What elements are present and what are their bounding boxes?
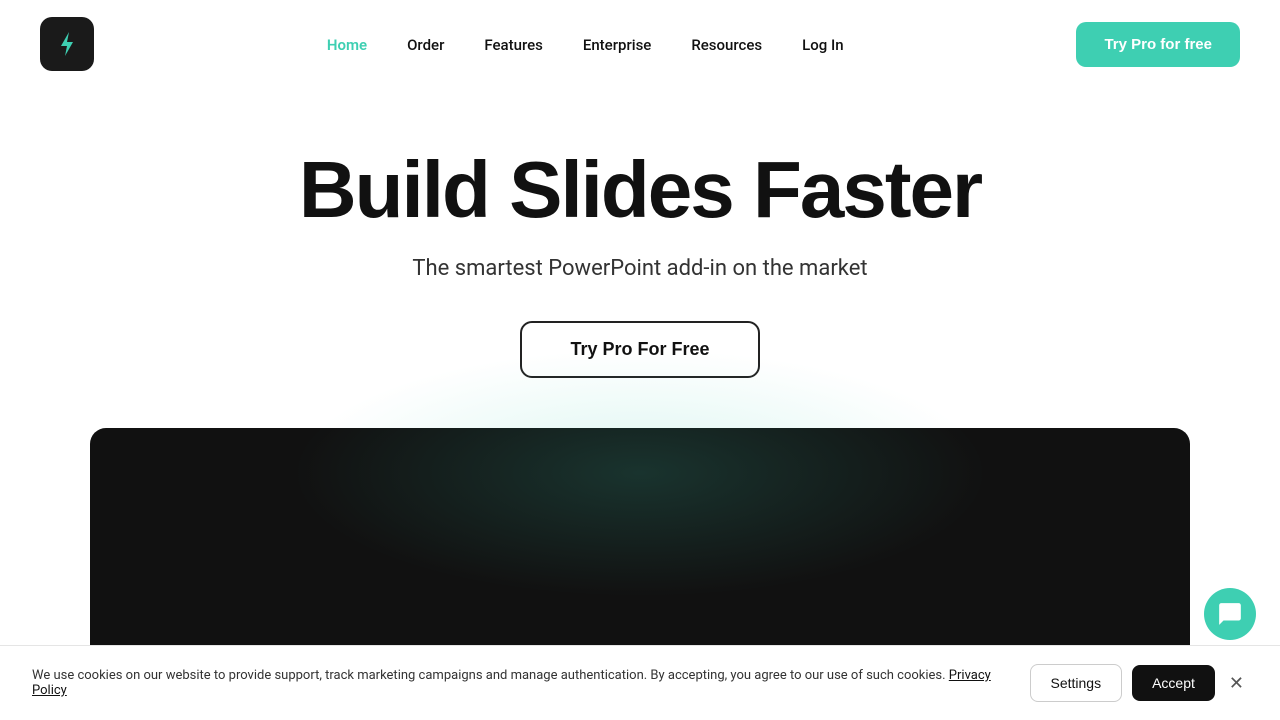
nav-links: Home Order Features Enterprise Resources… bbox=[327, 35, 844, 54]
hero-subtitle: The smartest PowerPoint add-in on the ma… bbox=[412, 256, 867, 281]
logo-icon bbox=[40, 17, 94, 71]
nav-item-home[interactable]: Home bbox=[327, 35, 367, 54]
hero-cta-button[interactable]: Try Pro For Free bbox=[520, 321, 759, 378]
hero-video-area bbox=[90, 428, 1190, 658]
cookie-close-button[interactable]: ✕ bbox=[1225, 669, 1248, 698]
nav-try-pro-button[interactable]: Try Pro for free bbox=[1076, 22, 1240, 67]
cookie-buttons: Settings Accept ✕ bbox=[1030, 664, 1249, 702]
hero-section: Build Slides Faster The smartest PowerPo… bbox=[0, 88, 1280, 658]
chat-bubble[interactable] bbox=[1204, 588, 1256, 640]
nav-item-enterprise[interactable]: Enterprise bbox=[583, 35, 651, 54]
close-icon: ✕ bbox=[1229, 673, 1244, 694]
cookie-message: We use cookies on our website to provide… bbox=[32, 668, 1010, 698]
nav-item-login[interactable]: Log In bbox=[802, 35, 843, 54]
logo[interactable] bbox=[40, 17, 94, 71]
navbar: Home Order Features Enterprise Resources… bbox=[0, 0, 1280, 88]
cookie-banner: We use cookies on our website to provide… bbox=[0, 645, 1280, 720]
cookie-accept-button[interactable]: Accept bbox=[1132, 665, 1215, 701]
cookie-settings-button[interactable]: Settings bbox=[1030, 664, 1123, 702]
nav-item-features[interactable]: Features bbox=[484, 35, 542, 54]
nav-item-resources[interactable]: Resources bbox=[691, 35, 762, 54]
nav-item-order[interactable]: Order bbox=[407, 35, 444, 54]
hero-title: Build Slides Faster bbox=[299, 148, 981, 232]
chat-icon bbox=[1217, 601, 1243, 627]
